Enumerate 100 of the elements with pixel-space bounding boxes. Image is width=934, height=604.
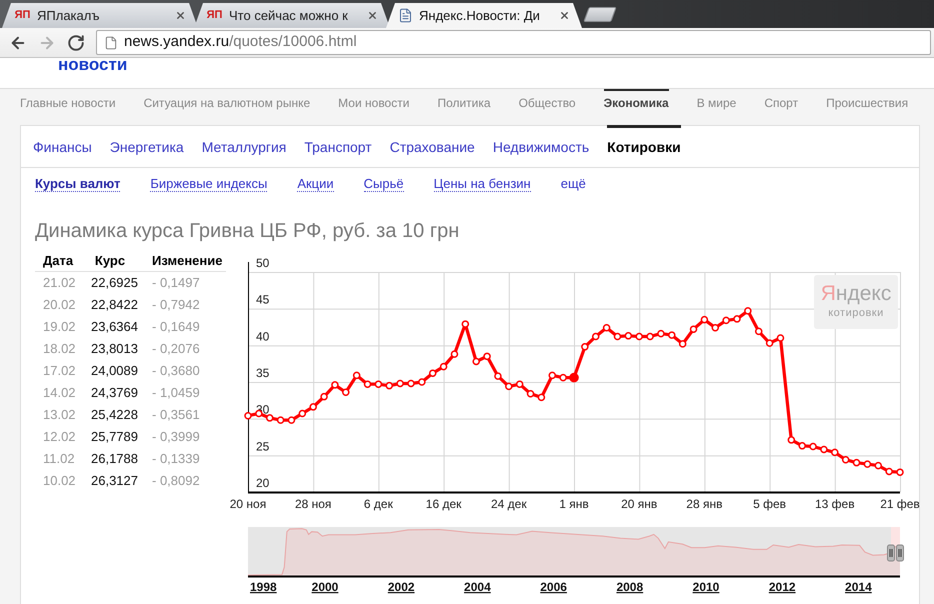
table-cell: 14.02: [43, 385, 76, 400]
data-point: [505, 382, 513, 390]
year-link[interactable]: 2006: [540, 580, 567, 594]
subsection-link[interactable]: Биржевые индексы: [150, 176, 268, 192]
table-cell: 12.02: [43, 429, 76, 444]
column-header: Изменение: [152, 253, 222, 268]
data-point: [418, 378, 426, 386]
close-icon[interactable]: [175, 10, 186, 21]
axis-label: 6 дек: [364, 497, 393, 511]
data-point: [864, 460, 872, 468]
axis-label: 35: [256, 366, 270, 380]
subsection-link[interactable]: Акции: [297, 176, 334, 192]
data-point: [712, 324, 720, 332]
data-point: [276, 416, 284, 424]
axis-label: 20: [256, 476, 270, 490]
table-cell: - 0,3999: [152, 429, 200, 444]
year-link[interactable]: 2014: [845, 580, 872, 594]
data-point: [483, 352, 491, 360]
data-point: [396, 380, 404, 388]
data-point: [809, 442, 817, 450]
table-cell: 21.02: [43, 275, 76, 290]
data-point: [538, 394, 546, 402]
data-point: [352, 372, 360, 380]
data-point: [842, 456, 850, 464]
data-point: [733, 315, 741, 323]
axis-label: 25: [256, 439, 270, 454]
table-cell: 18.02: [43, 341, 76, 356]
category-tab[interactable]: Страхование: [390, 125, 475, 167]
category-tab[interactable]: Транспорт: [304, 125, 372, 167]
data-point: [472, 358, 480, 366]
data-point: [788, 436, 796, 444]
address-bar[interactable]: news.yandex.ru/quotes/10006.html: [96, 30, 931, 55]
section-logo[interactable]: новости: [58, 58, 128, 72]
data-point: [386, 382, 394, 390]
logo-caption: котировки: [828, 306, 884, 320]
data-point: [266, 414, 274, 422]
browser-tab[interactable]: ЯП Что сейчас можно к: [194, 3, 390, 28]
data-point: [440, 362, 448, 370]
category-tab[interactable]: Финансы: [33, 125, 92, 167]
table-cell: - 0,1339: [152, 451, 200, 466]
data-point: [548, 372, 556, 380]
subsection-link[interactable]: Сырьё: [364, 176, 404, 192]
data-point: [722, 316, 730, 324]
data-point: [614, 332, 622, 340]
axis-label: 20 янв: [621, 497, 658, 511]
data-point: [288, 416, 296, 424]
data-point: [450, 350, 458, 358]
range-handle[interactable]: [887, 544, 895, 562]
year-link[interactable]: 2012: [768, 580, 796, 594]
category-tab[interactable]: Металлургия: [202, 125, 286, 167]
data-point: [885, 468, 893, 476]
data-point: [635, 332, 643, 340]
page-title: Динамика курса Гривна ЦБ РФ, руб. за 10 грн: [35, 219, 460, 243]
browser-tab[interactable]: Яндекс.Новости: Ди: [386, 3, 582, 28]
reload-icon[interactable]: [67, 34, 85, 52]
table-cell: - 1,0459: [152, 385, 200, 400]
browser-tab[interactable]: ЯП ЯПлакалъ: [2, 3, 198, 28]
year-link[interactable]: 2010: [692, 580, 720, 594]
column-header: Курс: [94, 253, 126, 268]
data-point: [852, 458, 860, 466]
page-icon: [398, 8, 413, 23]
year-link[interactable]: 1998: [250, 580, 277, 594]
year-link[interactable]: 2000: [312, 580, 338, 594]
year-link[interactable]: 2004: [464, 580, 491, 594]
year-link[interactable]: 2002: [388, 580, 415, 594]
data-point: [244, 412, 252, 420]
category-tab[interactable]: Энергетика: [110, 125, 184, 167]
table-cell: 22,6925: [91, 275, 138, 290]
subsection-link[interactable]: Цены на бензин: [434, 176, 531, 192]
category-tab[interactable]: Котировки: [607, 125, 681, 167]
table-cell: - 0,7942: [152, 297, 200, 312]
subsection-link[interactable]: ещё: [560, 176, 586, 192]
table-cell: 24,0089: [91, 363, 138, 378]
table-cell: 24,3769: [91, 385, 138, 400]
subsection-link[interactable]: Курсы валют: [35, 176, 120, 192]
column-header: Дата: [43, 253, 74, 268]
axis-label: 13 фев: [815, 497, 855, 511]
year-link[interactable]: 2008: [616, 580, 644, 594]
close-icon[interactable]: [367, 10, 378, 21]
close-icon[interactable]: [559, 10, 570, 21]
nav-link[interactable]: Экономика: [604, 89, 669, 111]
axis-label: 24 дек: [491, 497, 527, 511]
new-tab-button[interactable]: [583, 7, 617, 22]
data-point: [766, 339, 774, 347]
data-point: [462, 320, 470, 328]
axis-label: 50: [256, 256, 270, 270]
data-point: [700, 316, 708, 324]
range-handle[interactable]: [896, 544, 904, 562]
category-tab[interactable]: Недвижимость: [492, 125, 590, 167]
data-point: [331, 381, 339, 389]
data-point: [516, 380, 524, 388]
data-point: [592, 332, 600, 340]
table-cell: - 0,3561: [152, 407, 200, 422]
data-point: [320, 392, 328, 400]
data-point: [581, 343, 589, 351]
data-point: [798, 442, 806, 450]
data-point: [668, 331, 676, 339]
data-point: [744, 307, 752, 315]
data-point: [526, 390, 534, 398]
table-cell: 23,6364: [91, 319, 138, 334]
